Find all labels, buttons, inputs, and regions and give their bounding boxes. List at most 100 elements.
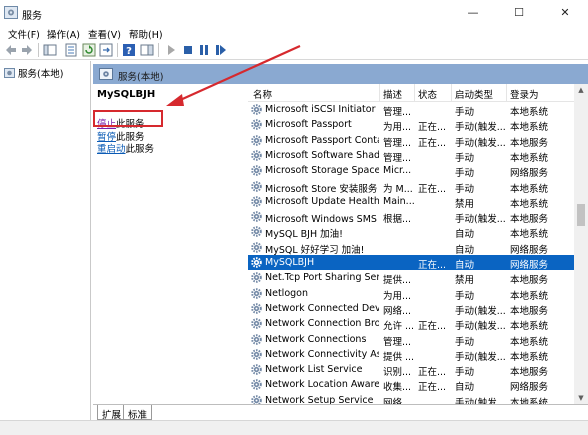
maximize-button[interactable]: ☐: [496, 0, 542, 26]
column-header-name[interactable]: 名称: [253, 87, 272, 101]
table-row[interactable]: Network Location Awarene... 收集... 正在... 自动 网…: [248, 377, 574, 394]
restart-service-link[interactable]: 重启动: [97, 144, 126, 155]
close-button[interactable]: ✕: [542, 0, 588, 26]
menu-action[interactable]: 操作(A): [47, 27, 80, 41]
minimize-button[interactable]: —: [450, 0, 496, 26]
service-gear-icon: [251, 303, 262, 314]
table-row[interactable]: Network Connections 管理... 手动 本地系统: [248, 332, 574, 348]
service-gear-icon: [251, 150, 262, 161]
column-divider[interactable]: [414, 84, 415, 102]
properties-icon[interactable]: [64, 43, 78, 57]
cell-name: Netlogon: [265, 287, 308, 299]
export-list-icon[interactable]: [99, 43, 113, 57]
cell-startup: 手动: [455, 168, 475, 180]
column-divider[interactable]: [506, 84, 507, 102]
table-row[interactable]: Net.Tcp Port Sharing Service 提供... 禁用 本地服务: [248, 270, 574, 286]
cell-name: Microsoft Store 安装服务: [265, 183, 378, 195]
stop-service-icon[interactable]: [181, 43, 195, 57]
column-divider[interactable]: [451, 84, 452, 102]
tree-node-services-local[interactable]: 服务(本地): [4, 66, 64, 80]
cell-logon: 本地系统: [510, 290, 549, 302]
cell-startup: 自动: [455, 244, 475, 256]
console-tree-icon[interactable]: [43, 43, 57, 57]
cell-startup: 手动: [455, 336, 475, 348]
pause-service-icon[interactable]: [197, 43, 211, 57]
cell-description: 为 M...: [383, 183, 413, 195]
table-row[interactable]: Network Connection Broker 允许 ...正在... 手动(触…: [248, 316, 574, 333]
cell-logon: 本地服务: [510, 305, 549, 317]
start-service-icon[interactable]: [164, 43, 178, 57]
cell-description: 收集...: [383, 382, 412, 394]
table-row[interactable]: Network Connected Devic... 网络... 手动(触发... 本…: [248, 301, 574, 317]
refresh-icon[interactable]: [82, 43, 96, 57]
services-icon: [4, 68, 15, 78]
window-title: 服务: [22, 11, 42, 22]
service-gear-icon: [251, 165, 262, 176]
scroll-down-icon[interactable]: ▼: [574, 392, 588, 404]
menu-bar: 文件(F) 操作(A) 查看(V) 帮助(H): [0, 26, 588, 41]
cell-startup: 自动: [455, 229, 475, 241]
table-row[interactable]: Network List Service 识别... 正在... 手动 本地服务: [248, 362, 574, 379]
table-row[interactable]: Microsoft Passport 为用... 正在... 手动(触发... 本地系统: [248, 117, 574, 134]
table-row[interactable]: Microsoft Software Shado... 管理... 手动 本地系统: [248, 148, 574, 164]
table-row[interactable]: Netlogon 为用... 手动 本地系统: [248, 286, 574, 302]
cell-logon: 本地服务: [510, 137, 549, 149]
cell-status: 正在...: [418, 382, 447, 394]
restart-service-suffix: 此服务: [125, 144, 155, 155]
tab-standard[interactable]: 标准: [123, 405, 153, 421]
cell-logon: 本地系统: [510, 397, 549, 404]
cell-startup: 手动(触发...: [455, 321, 506, 333]
column-header-status[interactable]: 状态: [418, 87, 437, 101]
tree-node-label: 服务(本地): [18, 69, 64, 80]
cell-startup: 手动: [455, 367, 475, 379]
column-divider[interactable]: [379, 84, 380, 102]
table-row[interactable]: Microsoft Storage Spaces S... Micr... 手动 网络…: [248, 163, 574, 180]
scrollbar-thumb[interactable]: [577, 204, 585, 226]
restart-service-icon[interactable]: [214, 43, 228, 57]
show-hide-action-pane-icon[interactable]: [140, 43, 154, 57]
table-row[interactable]: MySQL BJH 加油! 自动 本地系统: [248, 224, 574, 241]
column-header-description[interactable]: 描述: [383, 87, 402, 101]
table-row[interactable]: Microsoft iSCSI Initiator Ser... 管理... 手动 本…: [248, 102, 574, 118]
column-header-startup-type[interactable]: 启动类型: [455, 87, 493, 101]
table-row[interactable]: Microsoft Store 安装服务为 M... 正在... 手动 本地系统: [248, 179, 574, 195]
selected-service-name: MySQLBJH: [97, 89, 156, 100]
cell-startup: 自动: [455, 382, 475, 394]
menu-view[interactable]: 查看(V): [88, 27, 121, 41]
cell-description: 根据...: [383, 214, 412, 226]
cell-name: Network Connections: [265, 333, 367, 345]
forward-arrow-icon[interactable]: [20, 43, 34, 57]
cell-description: Main...: [383, 195, 415, 207]
menu-help[interactable]: 帮助(H): [129, 27, 163, 41]
column-header-logon-as[interactable]: 登录为: [510, 87, 539, 101]
cell-name: Network Connected Devic...: [265, 302, 379, 314]
cell-logon: 网络服务: [510, 260, 549, 271]
cell-startup: 手动: [455, 290, 475, 302]
cell-status: 正在...: [418, 367, 447, 379]
cell-startup: 手动(触发...: [455, 214, 506, 226]
cell-description: 允许 ...: [383, 321, 415, 333]
help-icon[interactable]: ?: [122, 43, 136, 57]
menu-file[interactable]: 文件(F): [8, 27, 40, 41]
back-arrow-icon[interactable]: [4, 43, 18, 57]
service-gear-icon: [251, 287, 262, 299]
services-app-icon: [4, 6, 18, 19]
table-row-selected[interactable]: MySQLBJH 正在... 自动 网络服务: [248, 255, 574, 271]
cell-name: Microsoft Update Health S...: [265, 195, 379, 207]
scroll-up-icon[interactable]: ▲: [574, 84, 588, 96]
table-row[interactable]: Microsoft Update Health S... Main... 禁用 本地系…: [248, 194, 574, 210]
table-row[interactable]: MySQL 好好学习 加油! 自动 网络服务: [248, 240, 574, 256]
service-gear-icon: [251, 364, 262, 375]
table-row[interactable]: Network Setup Service 网络... 手动(触发... 本地系统: [248, 393, 574, 404]
cell-logon: 本地系统: [510, 122, 549, 134]
cell-startup: 禁用: [455, 198, 475, 210]
services-table: 名称 描述 状态 启动类型 登录为 Microsoft iSCSI Initia…: [248, 84, 574, 404]
tab-extended[interactable]: 扩展: [97, 405, 127, 421]
table-row[interactable]: Network Connectivity Assis... 提供 ... 手动(触发…: [248, 347, 574, 363]
cell-logon: 网络服务: [510, 382, 549, 394]
table-row[interactable]: Microsoft Passport Container 管理... 正在... 手动…: [248, 133, 574, 149]
table-row[interactable]: Microsoft Windows SMS 路... 根据... 手动(触发... 本…: [248, 209, 574, 226]
cell-logon: 本地系统: [510, 351, 549, 363]
cell-description: Micr...: [383, 165, 412, 177]
vertical-scrollbar[interactable]: ▲ ▼: [574, 84, 588, 404]
